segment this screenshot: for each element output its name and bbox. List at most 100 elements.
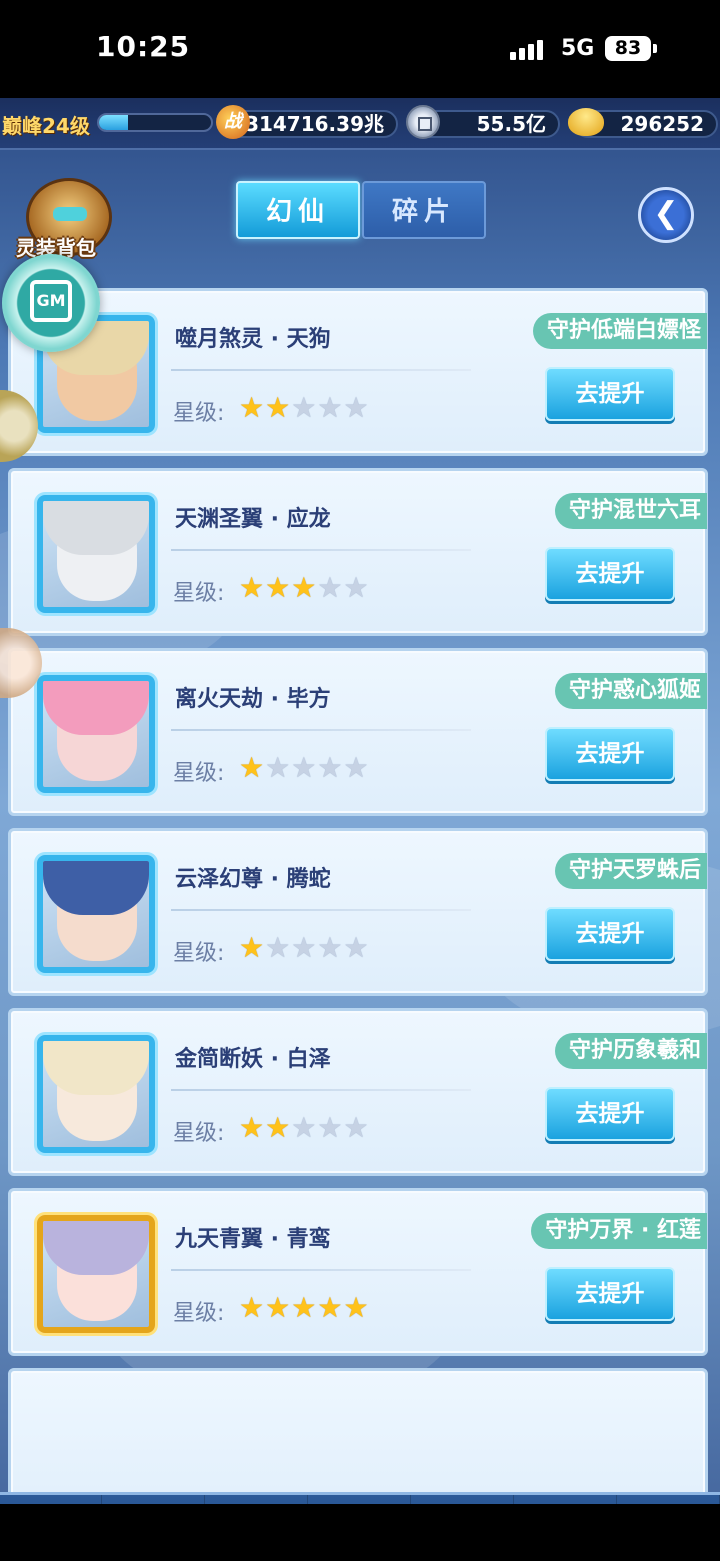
ingot-value: 296252 [620, 112, 705, 136]
nav-item[interactable]: 首页 [0, 1495, 102, 1504]
portrait-hair [43, 861, 149, 915]
coin-icon [406, 105, 440, 139]
star-level-label: 星级: [173, 581, 225, 606]
star-empty-icon: ★ [265, 931, 292, 964]
star-rating: ★★★★★ [239, 1291, 370, 1324]
star-filled-icon: ★ [239, 571, 266, 604]
portrait[interactable] [37, 855, 155, 973]
game-view: 巅峰24级 314716.39兆 战 55.5亿 296252 灵装背包 幻仙 … [0, 98, 720, 1504]
star-rating: ★★★★★ [239, 1111, 370, 1144]
star-rating: ★★★★★ [239, 931, 370, 964]
star-filled-icon: ★ [239, 751, 266, 784]
nav-item[interactable]: 副本 [309, 1495, 411, 1504]
star-rating: ★★★★★ [239, 571, 370, 604]
portrait[interactable] [37, 675, 155, 793]
star-filled-icon: ★ [239, 391, 266, 424]
back-button[interactable]: ❮ [638, 187, 694, 243]
star-empty-icon: ★ [343, 1111, 370, 1144]
exp-bar-fill [99, 115, 129, 130]
upgrade-button[interactable]: 去提升 [545, 907, 675, 961]
upgrade-button[interactable]: 去提升 [545, 547, 675, 601]
star-filled-icon: ★ [317, 1291, 344, 1324]
huanxian-card: 云泽幻尊 · 腾蛇 星级: ★★★★★ 守护天罗蛛后 去提升 [8, 828, 708, 996]
app-screen: 10:25 5G 83 巅峰24级 314716.39兆 战 55.5亿 296… [0, 0, 720, 1561]
back-arrow-icon: ❮ [653, 196, 679, 231]
system-gesture-area [0, 1504, 720, 1561]
nav-item[interactable]: 历练 [206, 1495, 308, 1504]
tab-huanxian[interactable]: 幻仙 [236, 181, 360, 239]
guard-tag: 守护低端白嫖怪 [532, 313, 707, 349]
star-empty-icon: ★ [291, 1111, 318, 1144]
gm-button[interactable]: GM [2, 254, 100, 352]
player-level: 巅峰24级 [2, 114, 90, 138]
guard-tag: 守护万界 · 红莲 [531, 1213, 707, 1249]
upgrade-button[interactable]: 去提升 [545, 1087, 675, 1141]
star-empty-icon: ★ [343, 931, 370, 964]
huanxian-card: 噬月煞灵 · 天狗 星级: ★★★★★ 守护低端白嫖怪 去提升 [8, 288, 708, 456]
nav-item[interactable]: 背包 [515, 1495, 617, 1504]
star-level-label: 星级: [173, 1121, 225, 1146]
star-filled-icon: ★ [291, 571, 318, 604]
guard-tag: 守护历象羲和 [554, 1033, 707, 1069]
upgrade-button[interactable]: 去提升 [545, 1267, 675, 1321]
nav-item[interactable]: 斗法 [412, 1495, 514, 1504]
power-icon: 战 [216, 105, 250, 139]
portrait-hair [43, 501, 149, 555]
huanxian-card: 九天青翼 · 青鸾 星级: ★★★★★ 守护万界 · 红莲 去提升 [8, 1188, 708, 1356]
portrait[interactable] [37, 1215, 155, 1333]
divider [171, 1269, 471, 1271]
exp-bar [97, 113, 213, 132]
divider [171, 909, 471, 911]
battery-icon: 83 [605, 36, 657, 61]
network-type: 5G [561, 36, 595, 61]
ingot-icon [568, 108, 604, 136]
star-filled-icon: ★ [239, 931, 266, 964]
huanxian-name: 云泽幻尊 · 腾蛇 [175, 867, 331, 892]
star-filled-icon: ★ [265, 1291, 292, 1324]
star-empty-icon: ★ [317, 571, 344, 604]
star-empty-icon: ★ [291, 751, 318, 784]
star-empty-icon: ★ [291, 391, 318, 424]
star-empty-icon: ★ [343, 391, 370, 424]
divider [171, 729, 471, 731]
star-filled-icon: ★ [239, 1111, 266, 1144]
status-time: 10:25 [96, 30, 191, 63]
upgrade-button[interactable]: 去提升 [545, 367, 675, 421]
huanxian-name: 天渊圣翼 · 应龙 [175, 507, 331, 532]
huanxian-name: 金简断妖 · 白泽 [175, 1047, 331, 1072]
upgrade-button[interactable]: 去提升 [545, 727, 675, 781]
star-filled-icon: ★ [265, 1111, 292, 1144]
star-empty-icon: ★ [317, 1111, 344, 1144]
coin-value: 55.5亿 [476, 112, 546, 136]
portrait[interactable] [37, 1035, 155, 1153]
star-empty-icon: ★ [343, 571, 370, 604]
star-empty-icon: ★ [317, 931, 344, 964]
huanxian-card: 离火天劫 · 毕方 星级: ★★★★★ 守护惑心狐姬 去提升 [8, 648, 708, 816]
star-level-label: 星级: [173, 941, 225, 966]
nav-item[interactable]: 阵容 [103, 1495, 205, 1504]
star-filled-icon: ★ [239, 1291, 266, 1324]
divider [171, 369, 471, 371]
star-level-label: 星级: [173, 761, 225, 786]
tab-fragments[interactable]: 碎片 [362, 181, 486, 239]
divider [171, 549, 471, 551]
star-filled-icon: ★ [343, 1291, 370, 1324]
bottom-nav: 首页阵容历练副本斗法背包寻仙 [0, 1492, 720, 1504]
star-empty-icon: ★ [343, 751, 370, 784]
huanxian-name: 离火天劫 · 毕方 [175, 687, 331, 712]
status-bar: 10:25 5G 83 [0, 0, 720, 98]
divider [171, 1089, 471, 1091]
star-filled-icon: ★ [265, 391, 292, 424]
portrait[interactable] [37, 495, 155, 613]
power-value: 314716.39兆 [245, 112, 384, 136]
huanxian-card-partial [8, 1368, 708, 1504]
star-level-label: 星级: [173, 401, 225, 426]
huanxian-card: 金简断妖 · 白泽 星级: ★★★★★ 守护历象羲和 去提升 [8, 1008, 708, 1176]
guard-tag: 守护惑心狐姬 [554, 673, 707, 709]
star-rating: ★★★★★ [239, 751, 370, 784]
huanxian-card: 天渊圣翼 · 应龙 星级: ★★★★★ 守护混世六耳去提升 [8, 468, 708, 636]
guard-tag: 守护混世六耳 [554, 493, 707, 529]
star-rating: ★★★★★ [239, 391, 370, 424]
signal-icon [510, 38, 550, 60]
nav-item[interactable]: 寻仙 [618, 1495, 720, 1504]
